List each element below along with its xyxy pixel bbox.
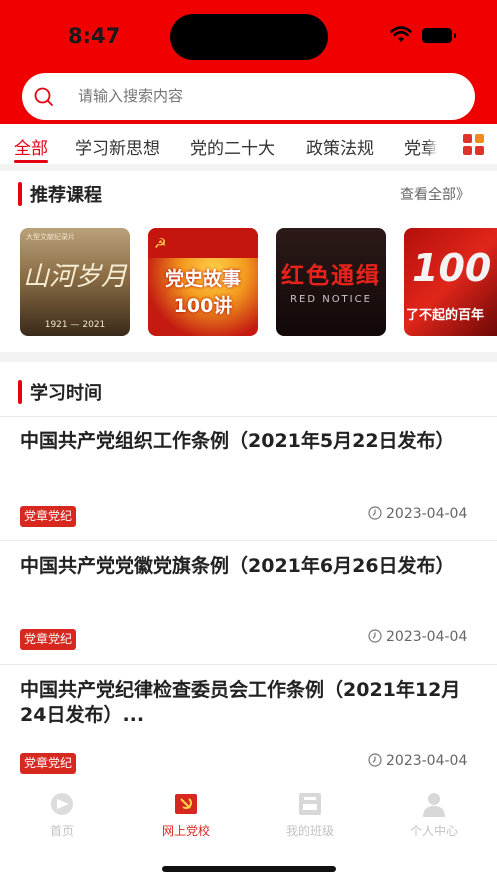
article-title: 中国共产党纪律检查委员会工作条例（2021年12月24日发布）... (20, 679, 461, 726)
nav-label: 首页 (49, 824, 74, 838)
search-input[interactable] (78, 73, 458, 120)
search-bar[interactable] (22, 73, 475, 120)
nav-party-school[interactable]: 网上党校 (124, 780, 248, 839)
nav-my-class[interactable]: 我的班级 (248, 780, 372, 839)
active-tab-indicator (14, 160, 48, 163)
article-date: 2023-04-04 (368, 506, 467, 522)
article-date-text: 2023-04-04 (386, 753, 468, 769)
home-indicator (162, 866, 336, 872)
nav-home[interactable]: 首页 (0, 780, 124, 839)
course-card[interactable]: 红色通缉 RED NOTICE (276, 228, 386, 336)
nav-label: 网上党校 (161, 824, 210, 838)
clock-icon (368, 753, 382, 767)
article-item[interactable]: 中国共产党党徽党旗条例（2021年6月26日发布） 党章党纪 2023-04-0… (0, 540, 497, 664)
clock-icon (368, 629, 382, 643)
article-date-text: 2023-04-04 (386, 629, 468, 645)
article-tag: 党章党纪 (20, 753, 77, 774)
nav-label: 个人中心 (409, 824, 458, 838)
status-time: 8:47 (68, 24, 121, 48)
course-card[interactable]: 100 了不起的百年 (404, 228, 497, 336)
dynamic-island (170, 14, 328, 60)
course-card[interactable]: 大型文献纪录片 山河岁月 1921 — 2021 (20, 228, 130, 336)
article-date: 2023-04-04 (368, 629, 467, 645)
article-title: 中国共产党党徽党旗条例（2021年6月26日发布） (20, 555, 455, 577)
tab-policy[interactable]: 政策法规 (306, 134, 374, 159)
article-tag: 党章党纪 (20, 629, 77, 650)
section-divider (0, 164, 497, 171)
hammer-sickle-icon: ☭ (154, 236, 167, 252)
clock-icon (368, 506, 382, 520)
category-grid-icon[interactable] (463, 134, 485, 156)
article-date-text: 2023-04-04 (386, 506, 468, 522)
course-subtitle: RED NOTICE (290, 294, 372, 305)
article-date: 2023-04-04 (368, 753, 467, 769)
recommended-title: 推荐课程 (18, 181, 102, 207)
section-divider (0, 352, 497, 362)
class-icon (299, 793, 321, 815)
tab-new-thought[interactable]: 学习新思想 (75, 134, 160, 159)
home-icon (51, 793, 73, 815)
article-title: 中国共产党组织工作条例（2021年5月22日发布） (20, 430, 455, 452)
category-tabs: 全部 学习新思想 党的二十大 政策法规 党章党 (0, 124, 497, 164)
tab-all[interactable]: 全部 (14, 134, 48, 159)
wifi-icon (390, 26, 412, 42)
header: 8:47 (0, 0, 497, 124)
article-item[interactable]: 中国共产党组织工作条例（2021年5月22日发布） 党章党纪 2023-04-0… (0, 416, 497, 540)
article-item[interactable]: 中国共产党纪律检查委员会工作条例（2021年12月24日发布）... 党章党纪 … (0, 664, 497, 780)
course-title: 山河岁月 (22, 262, 127, 292)
party-school-icon (175, 794, 197, 814)
view-all-link[interactable]: 查看全部》 (400, 184, 470, 204)
course-title: 100 (412, 246, 492, 290)
course-title: 红色通缉 (281, 263, 381, 289)
study-time-title: 学习时间 (18, 379, 102, 405)
nav-label: 我的班级 (285, 824, 334, 838)
course-caption: 1921 — 2021 (44, 320, 106, 330)
course-kicker: 大型文献纪录片 (26, 233, 75, 241)
course-title: 党史故事100讲 (164, 268, 241, 317)
search-icon (34, 87, 53, 106)
app-screen: 8:47 全部 学习新思想 党的二十大 政策法规 党章党 推 (0, 0, 497, 883)
course-card[interactable]: ☭ 党史故事100讲 (148, 228, 258, 336)
tab-twentieth-congress[interactable]: 党的二十大 (190, 134, 275, 159)
article-tag: 党章党纪 (20, 506, 77, 527)
course-subtitle: 了不起的百年 (406, 308, 485, 323)
nav-profile[interactable]: 个人中心 (372, 780, 496, 839)
battery-icon (422, 28, 456, 43)
profile-icon (423, 793, 445, 817)
